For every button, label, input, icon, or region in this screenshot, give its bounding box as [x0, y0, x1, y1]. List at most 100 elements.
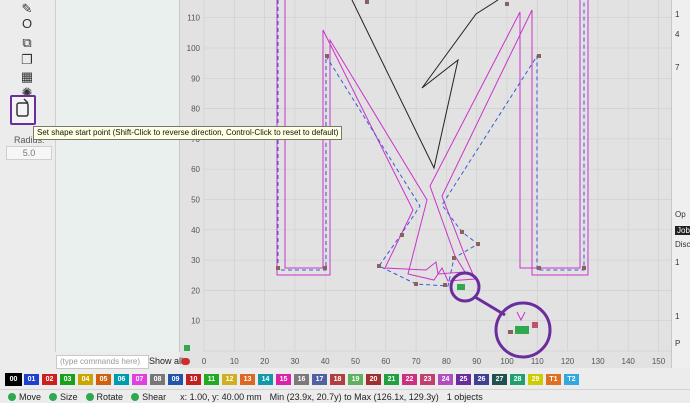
- y-tick-label: 110: [187, 14, 200, 23]
- layer-swatch-12[interactable]: 12: [222, 374, 237, 385]
- x-tick-label: 10: [230, 357, 239, 366]
- x-tick-label: 120: [561, 357, 575, 366]
- show-all-toggle[interactable]: [181, 358, 190, 365]
- layer-swatch-09[interactable]: 09: [168, 374, 183, 385]
- x-tick-label: 100: [500, 357, 514, 366]
- x-tick-label: 70: [412, 357, 421, 366]
- layer-swatch-01[interactable]: 01: [24, 374, 39, 385]
- layer-swatch-T2[interactable]: T2: [564, 374, 579, 385]
- shear-label: Shear: [142, 391, 167, 402]
- duplicate-icon: ❐: [21, 52, 33, 67]
- x-tick-label: 130: [591, 357, 605, 366]
- y-tick-label: 60: [191, 165, 200, 174]
- y-tick-label: 100: [187, 44, 201, 53]
- status-bar: Move Size Rotate Shear x: 1.00, y: 40.00…: [0, 389, 690, 403]
- layer-swatch-02[interactable]: 02: [42, 374, 57, 385]
- layer-swatch-T1[interactable]: T1: [546, 374, 561, 385]
- cursor-coords: x: 1.00, y: 40.00 mm: [180, 391, 262, 402]
- workspace-grid[interactable]: 0 10 20 30 40 50 60 70 80 90 100 110 120 130 140 150 110…: [180, 0, 671, 368]
- color-palette: 00 01 02 03 04 05 06 07 08 09 10 11 12 13 14 15 16 17 18 19…: [5, 373, 579, 386]
- y-tick-label: 50: [191, 196, 200, 205]
- num-field-3[interactable]: 7: [675, 63, 679, 72]
- x-tick-label: 0: [202, 357, 207, 366]
- rotate-icon: [85, 392, 94, 401]
- layer-swatch-00[interactable]: 00: [5, 373, 22, 386]
- origin-marker: [184, 345, 190, 351]
- layer-swatch-03[interactable]: 03: [60, 374, 75, 385]
- num-field-4[interactable]: 1: [675, 258, 679, 267]
- rotate-toggle[interactable]: Rotate: [85, 391, 124, 402]
- size-toggle[interactable]: Size: [49, 392, 78, 402]
- layer-swatch-23[interactable]: 23: [420, 374, 435, 385]
- layer-swatch-24[interactable]: 24: [438, 374, 453, 385]
- x-tick-label: 20: [260, 357, 269, 366]
- layer-swatch-25[interactable]: 25: [456, 374, 471, 385]
- x-tick-label: 50: [351, 357, 360, 366]
- layer-swatch-10[interactable]: 10: [186, 374, 201, 385]
- tooltip: Set shape start point (Shift-Click to re…: [33, 126, 343, 140]
- layer-swatch-26[interactable]: 26: [474, 374, 489, 385]
- layer-swatch-13[interactable]: 13: [240, 374, 255, 385]
- layer-swatch-15[interactable]: 15: [276, 374, 291, 385]
- move-icon: [8, 392, 16, 401]
- layer-swatch-27[interactable]: 27: [492, 374, 507, 385]
- num-field-1[interactable]: 1: [675, 10, 679, 19]
- num-field-5[interactable]: 1: [675, 312, 679, 321]
- size-label: Size: [60, 391, 78, 402]
- y-tick-label: 80: [191, 105, 200, 114]
- layer-swatch-18[interactable]: 18: [330, 374, 345, 385]
- layer-swatch-07[interactable]: 07: [132, 374, 147, 385]
- x-tick-label: 140: [622, 357, 636, 366]
- layer-swatch-04[interactable]: 04: [78, 374, 93, 385]
- layer-swatch-11[interactable]: 11: [204, 374, 219, 385]
- x-tick-label: 90: [472, 357, 481, 366]
- command-input[interactable]: (type commands here): [56, 355, 149, 369]
- object-count: 1 objects: [446, 391, 483, 402]
- move-toggle[interactable]: Move: [8, 392, 41, 402]
- p-label: P: [675, 339, 681, 348]
- layer-swatch-22[interactable]: 22: [402, 374, 417, 385]
- layer-swatch-16[interactable]: 16: [294, 374, 309, 385]
- layer-swatch-17[interactable]: 17: [312, 374, 327, 385]
- x-tick-label: 80: [442, 357, 451, 366]
- layer-swatch-14[interactable]: 14: [258, 374, 273, 385]
- x-tick-label: 110: [531, 357, 544, 366]
- ring-icon: O: [21, 15, 33, 31]
- duplicate-tool[interactable]: ❐: [16, 51, 38, 69]
- x-tick-label: 150: [652, 357, 666, 366]
- y-tick-label: 90: [191, 74, 200, 83]
- num-field-2[interactable]: 4: [675, 30, 679, 39]
- shear-icon: [131, 392, 140, 401]
- design-canvas[interactable]: 0 10 20 30 40 50 60 70 80 90 100 110 120 130 140 150 110…: [180, 0, 671, 368]
- move-label: Move: [19, 391, 42, 402]
- layer-swatch-21[interactable]: 21: [384, 374, 399, 385]
- layer-swatch-19[interactable]: 19: [348, 374, 363, 385]
- shear-toggle[interactable]: Shear: [131, 392, 166, 402]
- y-tick-label: 20: [191, 286, 200, 295]
- rotate-label: Rotate: [96, 391, 124, 402]
- shape-start-tool-button[interactable]: [10, 95, 36, 125]
- copy-tool[interactable]: ⧉: [16, 34, 38, 52]
- tab-job[interactable]: Job: [675, 226, 690, 235]
- disc-label: Disc: [675, 240, 690, 249]
- y-tick-label: 30: [191, 256, 200, 265]
- y-tick-label: 40: [191, 226, 200, 235]
- layer-swatch-29[interactable]: 29: [528, 374, 543, 385]
- layer-swatch-28[interactable]: 28: [510, 374, 525, 385]
- selected-start-point: [457, 284, 465, 290]
- shape-start-icon: [16, 98, 29, 117]
- tab-op[interactable]: Op: [675, 210, 686, 219]
- show-all-label: Show all: [149, 356, 184, 366]
- right-panel: Op Job Disc P 1 4 7 1 1: [671, 0, 690, 368]
- layer-swatch-08[interactable]: 08: [150, 374, 165, 385]
- radius-field[interactable]: 5.0: [6, 146, 52, 160]
- layer-swatch-20[interactable]: 20: [366, 374, 381, 385]
- ring-tool[interactable]: O: [16, 14, 38, 32]
- side-panel: [56, 0, 180, 352]
- copy-icon: ⧉: [22, 35, 32, 50]
- layer-swatch-05[interactable]: 05: [96, 374, 111, 385]
- x-tick-label: 60: [381, 357, 390, 366]
- layer-swatch-06[interactable]: 06: [114, 374, 129, 385]
- y-tick-label: 10: [191, 317, 200, 326]
- selection-bounds: Min (23.9x, 20.7y) to Max (126.1x, 129.3…: [269, 391, 439, 402]
